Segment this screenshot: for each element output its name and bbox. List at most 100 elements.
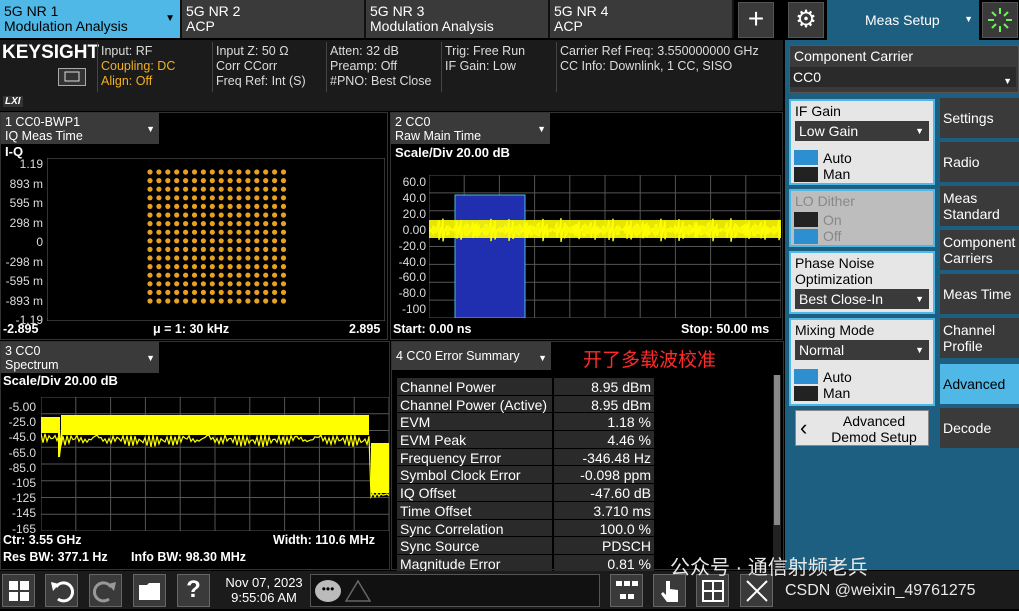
help-button[interactable]: ? bbox=[177, 574, 210, 607]
softkey-decode[interactable]: Decode bbox=[940, 408, 1019, 450]
softkey-meas-standard[interactable]: Meas Standard bbox=[940, 186, 1019, 228]
x-stop-label: 2.895 bbox=[349, 322, 381, 336]
iq-point bbox=[191, 272, 198, 278]
iq-point bbox=[218, 264, 224, 270]
window-title: 2 CC0 bbox=[395, 115, 431, 129]
iq-point bbox=[147, 186, 153, 192]
window-subtitle: Raw Main Time bbox=[395, 129, 482, 143]
local-icon[interactable] bbox=[58, 68, 86, 86]
iq-point bbox=[191, 229, 198, 235]
spectrum-window[interactable]: 3 CC0 Spectrum ▼ Scale/Div 20.00 dB -5.00… bbox=[0, 341, 390, 570]
iq-point bbox=[218, 298, 224, 304]
window-title: 1 CC0-BWP1 bbox=[5, 115, 81, 129]
man-label: Man bbox=[823, 385, 851, 401]
mixing-mode-select[interactable]: Normal ▼ bbox=[795, 340, 929, 360]
y-tick-label: -85.0 bbox=[8, 460, 36, 475]
mixing-mode-group[interactable]: Mixing Mode Normal ▼ Auto Man bbox=[789, 318, 935, 406]
info-text: Input Z: 50 Ω bbox=[216, 44, 289, 58]
scrollbar[interactable] bbox=[773, 375, 781, 569]
softkey-channel-profile[interactable]: Channel Profile bbox=[940, 318, 1019, 360]
iq-point bbox=[174, 229, 180, 235]
iq-point bbox=[147, 212, 153, 218]
y-tick-label: -80.0 bbox=[398, 286, 426, 301]
button-line: Advanced bbox=[842, 413, 906, 429]
time-trace-plot[interactable] bbox=[429, 175, 781, 318]
iq-point bbox=[174, 298, 180, 304]
tab-5g-nr-2[interactable]: 5G NR 2 ACP bbox=[182, 0, 366, 38]
iq-point bbox=[183, 298, 189, 304]
metric-value: PDSCH DMRS bbox=[554, 537, 654, 570]
window-header[interactable]: 2 CC0 Raw Main Time ▼ bbox=[391, 113, 550, 144]
layout-button[interactable] bbox=[610, 574, 643, 607]
iq-point bbox=[147, 289, 153, 295]
softkey-advanced[interactable]: Advanced bbox=[940, 364, 1019, 406]
softkey-component-carriers[interactable]: Component Carriers bbox=[940, 230, 1019, 272]
component-carrier-select[interactable]: CC0 ▼ bbox=[790, 67, 1016, 87]
iq-window[interactable]: 1 CC0-BWP1 IQ Meas Time ▼ I-Q 1.19 893 m 59… bbox=[0, 112, 388, 340]
metric-name: Channel Power (Active) bbox=[397, 395, 552, 413]
iq-point bbox=[236, 238, 242, 244]
windows-button[interactable] bbox=[2, 574, 35, 607]
undo-button[interactable] bbox=[45, 574, 78, 607]
meas-setup-menu[interactable]: Meas Setup ▼ bbox=[827, 0, 979, 40]
chevron-down-icon: ▼ bbox=[964, 14, 973, 24]
iq-point bbox=[245, 255, 251, 261]
iq-point bbox=[156, 298, 162, 304]
scrollbar-thumb[interactable] bbox=[774, 375, 780, 525]
lxi-logo: LXI bbox=[3, 96, 23, 107]
iq-point bbox=[280, 212, 287, 218]
iq-point bbox=[280, 203, 287, 209]
spectrum-band bbox=[41, 417, 59, 433]
iq-point bbox=[191, 221, 198, 227]
table-row: Sync SourcePDSCH DMRS bbox=[397, 537, 657, 570]
if-gain-group[interactable]: IF Gain Low Gain ▼ Auto Man bbox=[789, 99, 935, 185]
iq-point bbox=[147, 272, 153, 278]
iq-point bbox=[191, 169, 198, 175]
y-tick-label: 20.0 bbox=[402, 206, 426, 221]
phase-noise-group[interactable]: Phase Noise Optimization Best Close-In ▼ bbox=[789, 251, 935, 314]
file-button[interactable] bbox=[133, 574, 166, 607]
tab-5g-nr-4[interactable]: 5G NR 4 ACP bbox=[550, 0, 734, 38]
settings-button[interactable]: ⚙ bbox=[788, 2, 824, 38]
if-gain-select[interactable]: Low Gain ▼ bbox=[795, 121, 929, 141]
iq-constellation-plot[interactable] bbox=[47, 158, 385, 321]
window-header[interactable]: 3 CC0 Spectrum ▼ bbox=[1, 342, 159, 373]
iq-point bbox=[209, 178, 215, 184]
softkey-radio[interactable]: Radio bbox=[940, 142, 1019, 184]
iq-point bbox=[191, 178, 198, 184]
message-bar[interactable]: ••• bbox=[310, 574, 600, 607]
iq-point bbox=[227, 178, 233, 184]
tab-5g-nr-1[interactable]: 5G NR 1 Modulation Analysis ▼ bbox=[0, 0, 182, 38]
add-screen-button[interactable]: + bbox=[738, 2, 774, 38]
iq-point bbox=[200, 246, 206, 252]
iq-point bbox=[280, 298, 287, 304]
window-header[interactable]: 1 CC0-BWP1 IQ Meas Time ▼ bbox=[1, 113, 159, 144]
component-carrier-group[interactable]: Component Carrier CC0 ▼ bbox=[789, 45, 1019, 93]
iq-point bbox=[254, 229, 260, 235]
phase-noise-select[interactable]: Best Close-In ▼ bbox=[795, 289, 929, 309]
softkey-settings[interactable]: Settings bbox=[940, 98, 1019, 140]
window-header[interactable]: 4 CC0 Error Summary ▼ bbox=[392, 342, 551, 370]
info-corr: Input Z: 50 Ω Corr CCorr Freq Ref: Int (S) bbox=[216, 44, 306, 89]
metric-value: 1.18 % bbox=[554, 413, 654, 430]
sweep-status-button[interactable] bbox=[982, 2, 1018, 38]
advanced-demod-setup-button[interactable]: ‹ Advanced Demod Setup bbox=[795, 410, 929, 446]
iq-point bbox=[272, 238, 278, 244]
softkey-meas-time[interactable]: Meas Time bbox=[940, 274, 1019, 316]
iq-point bbox=[147, 178, 153, 184]
message-icon: ••• bbox=[315, 580, 341, 602]
iq-point bbox=[183, 246, 189, 252]
tab-5g-nr-3[interactable]: 5G NR 3 Modulation Analysis bbox=[366, 0, 550, 38]
iq-point bbox=[174, 186, 180, 192]
iq-point bbox=[254, 255, 260, 261]
iq-point bbox=[272, 298, 278, 304]
iq-point bbox=[263, 298, 269, 304]
if-gain-toggle[interactable] bbox=[794, 150, 818, 182]
raw-main-time-window[interactable]: 2 CC0 Raw Main Time ▼ Scale/Div 20.00 dB … bbox=[390, 112, 783, 340]
redo-button[interactable] bbox=[89, 574, 122, 607]
mixing-mode-toggle[interactable] bbox=[794, 369, 818, 401]
table-row: Channel Power 8.95 dBm bbox=[397, 378, 657, 396]
info-carrier: Carrier Ref Freq: 3.550000000 GHz CC Info… bbox=[560, 44, 759, 74]
iq-point bbox=[263, 289, 269, 295]
spectrum-trace-plot[interactable] bbox=[41, 397, 389, 531]
